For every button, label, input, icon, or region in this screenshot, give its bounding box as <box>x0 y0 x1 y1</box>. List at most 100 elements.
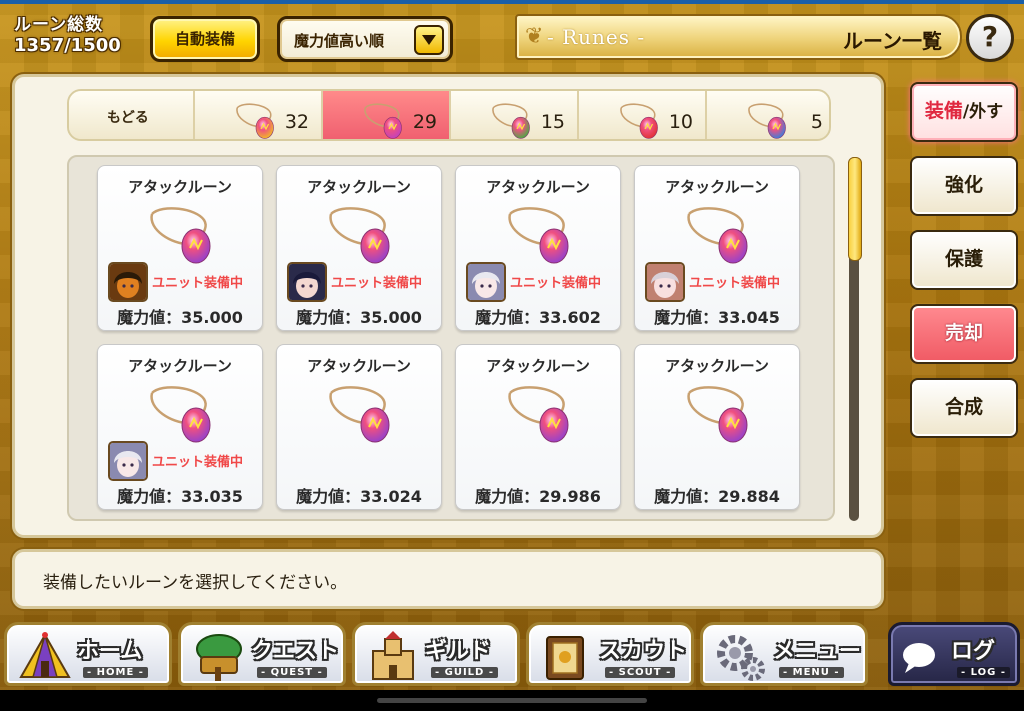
rune-card[interactable]: アタックルーン 魔力値：29.884 <box>634 344 800 510</box>
equipped-status: ユニット装備中 <box>331 276 423 291</box>
rune-card[interactable]: アタックルーン ユニット装備中 魔力値：33.035 <box>97 344 263 510</box>
combine-button[interactable]: 合成 <box>910 378 1018 438</box>
rune-yellow-icon <box>231 99 281 139</box>
attack-rune-icon <box>321 200 401 264</box>
rune-card[interactable]: アタックルーン ユニット装備中 魔力値：33.602 <box>455 165 621 331</box>
nav-guild-sublabel: - GUILD - <box>431 667 498 678</box>
menu-gear-icon <box>713 631 769 683</box>
nav-guild[interactable]: ギルド - GUILD - <box>352 622 520 686</box>
rune-card[interactable]: アタックルーン 魔力値：33.024 <box>276 344 442 510</box>
sort-dropdown-value: 魔力値高い順 <box>294 32 385 50</box>
rune-card[interactable]: アタックルーン ユニット装備中 魔力値：33.045 <box>634 165 800 331</box>
sort-dropdown[interactable]: 魔力値高い順 <box>277 16 453 62</box>
rune-power: 魔力値：29.986 <box>475 487 601 506</box>
unit-avatar <box>466 262 506 302</box>
page-title: ルーン一覧 <box>843 29 942 53</box>
rune-purple-icon <box>359 99 409 139</box>
attack-rune-icon <box>142 200 222 264</box>
attack-rune-icon <box>679 200 759 264</box>
message-bar: 装備したいルーンを選択してください。 <box>12 549 884 609</box>
nav-quest-label: クエスト <box>251 639 340 664</box>
nav-home[interactable]: ホーム - HOME - <box>4 622 172 686</box>
back-tab[interactable]: もどる <box>69 91 195 139</box>
nav-scout[interactable]: スカウト - SCOUT - <box>526 622 694 686</box>
tab-rune-yellow[interactable]: 32 <box>195 91 323 139</box>
nav-home-sublabel: - HOME - <box>83 667 148 678</box>
unequip-label: /外す <box>962 102 1004 122</box>
equip-unequip-button[interactable]: 装備/外す <box>910 82 1018 142</box>
rune-type-tabs: もどる 32 29 15 10 5 <box>67 89 831 141</box>
status-strip <box>0 0 1024 4</box>
equip-label: 装備 <box>924 100 963 122</box>
rune-power: 魔力値：33.024 <box>296 487 422 506</box>
attack-rune-icon <box>500 200 580 264</box>
auto-equip-button[interactable]: 自動装備 <box>150 16 260 62</box>
nav-home-label: ホーム <box>77 639 143 664</box>
sell-button[interactable]: 売却 <box>910 304 1018 364</box>
rune-red-icon <box>615 99 665 139</box>
ornament-swirl-icon: ❦ <box>525 24 544 49</box>
tab-count: 5 <box>810 111 823 133</box>
rune-power: 魔力値：33.045 <box>654 308 780 327</box>
rune-power: 魔力値：35.000 <box>117 308 243 327</box>
nav-guild-label: ギルド <box>425 639 492 664</box>
rune-power: 魔力値：33.035 <box>117 487 243 506</box>
attack-rune-icon <box>142 379 222 443</box>
back-tab-label: もどる <box>107 110 149 126</box>
tab-count: 15 <box>540 111 565 133</box>
chevron-down-icon <box>414 25 444 55</box>
scrollbar-thumb[interactable] <box>848 157 862 261</box>
rune-card[interactable]: アタックルーン 魔力値：29.986 <box>455 344 621 510</box>
tab-rune-blue[interactable]: 5 <box>707 91 829 139</box>
unit-avatar <box>645 262 685 302</box>
home-tent-icon <box>17 631 73 683</box>
nav-menu[interactable]: メニュー - MENU - <box>700 622 868 686</box>
attack-rune-icon <box>321 379 401 443</box>
nav-log[interactable]: ログ - LOG - <box>888 622 1020 686</box>
attack-rune-icon <box>679 379 759 443</box>
quest-map-icon <box>191 631 247 683</box>
equipped-status: ユニット装備中 <box>689 276 781 291</box>
rune-count-label: ルーン総数 <box>14 15 104 35</box>
rune-name: アタックルーン <box>128 357 232 375</box>
chat-bubble-icon <box>899 639 939 675</box>
enhance-button[interactable]: 強化 <box>910 156 1018 216</box>
tab-rune-red[interactable]: 10 <box>579 91 707 139</box>
guild-castle-icon <box>365 631 421 683</box>
rune-name: アタックルーン <box>486 357 590 375</box>
nav-menu-label: メニュー <box>773 639 862 664</box>
scout-book-icon <box>539 631 595 683</box>
protect-button[interactable]: 保護 <box>910 230 1018 290</box>
title-banner: ❦ - Runes - ルーン一覧 <box>515 14 962 60</box>
rune-name: アタックルーン <box>665 357 769 375</box>
nav-quest-sublabel: - QUEST - <box>257 667 327 678</box>
nav-scout-sublabel: - SCOUT - <box>605 667 676 678</box>
nav-quest[interactable]: クエスト - QUEST - <box>178 622 346 686</box>
help-button[interactable]: ? <box>966 14 1014 62</box>
rune-count-value: 1357/1500 <box>14 35 121 56</box>
tab-rune-purple[interactable]: 29 <box>323 91 451 139</box>
rune-power: 魔力値：35.000 <box>296 308 422 327</box>
home-indicator[interactable] <box>377 698 647 703</box>
rune-name: アタックルーン <box>128 178 232 196</box>
instruction-message: 装備したいルーンを選択してください。 <box>43 573 348 593</box>
nav-log-sublabel: - LOG - <box>957 667 1010 678</box>
tab-rune-green[interactable]: 15 <box>451 91 579 139</box>
rune-name: アタックルーン <box>665 178 769 196</box>
rune-green-icon <box>487 99 537 139</box>
nav-menu-sublabel: - MENU - <box>779 667 844 678</box>
rune-power: 魔力値：33.602 <box>475 308 601 327</box>
tab-count: 32 <box>284 111 309 133</box>
rune-list-panel: もどる 32 29 15 10 5 アタックルーン ユニット装備中 魔力値：35… <box>12 74 884 538</box>
rune-card[interactable]: アタックルーン ユニット装備中 魔力値：35.000 <box>276 165 442 331</box>
rune-count: ルーン総数 1357/1500 <box>14 10 154 56</box>
unit-avatar <box>108 441 148 481</box>
rune-name: アタックルーン <box>307 357 411 375</box>
rune-power: 魔力値：29.884 <box>654 487 780 506</box>
unit-avatar <box>108 262 148 302</box>
unit-avatar <box>287 262 327 302</box>
rune-card[interactable]: アタックルーン ユニット装備中 魔力値：35.000 <box>97 165 263 331</box>
equipped-status: ユニット装備中 <box>510 276 602 291</box>
attack-rune-icon <box>500 379 580 443</box>
rune-name: アタックルーン <box>307 178 411 196</box>
